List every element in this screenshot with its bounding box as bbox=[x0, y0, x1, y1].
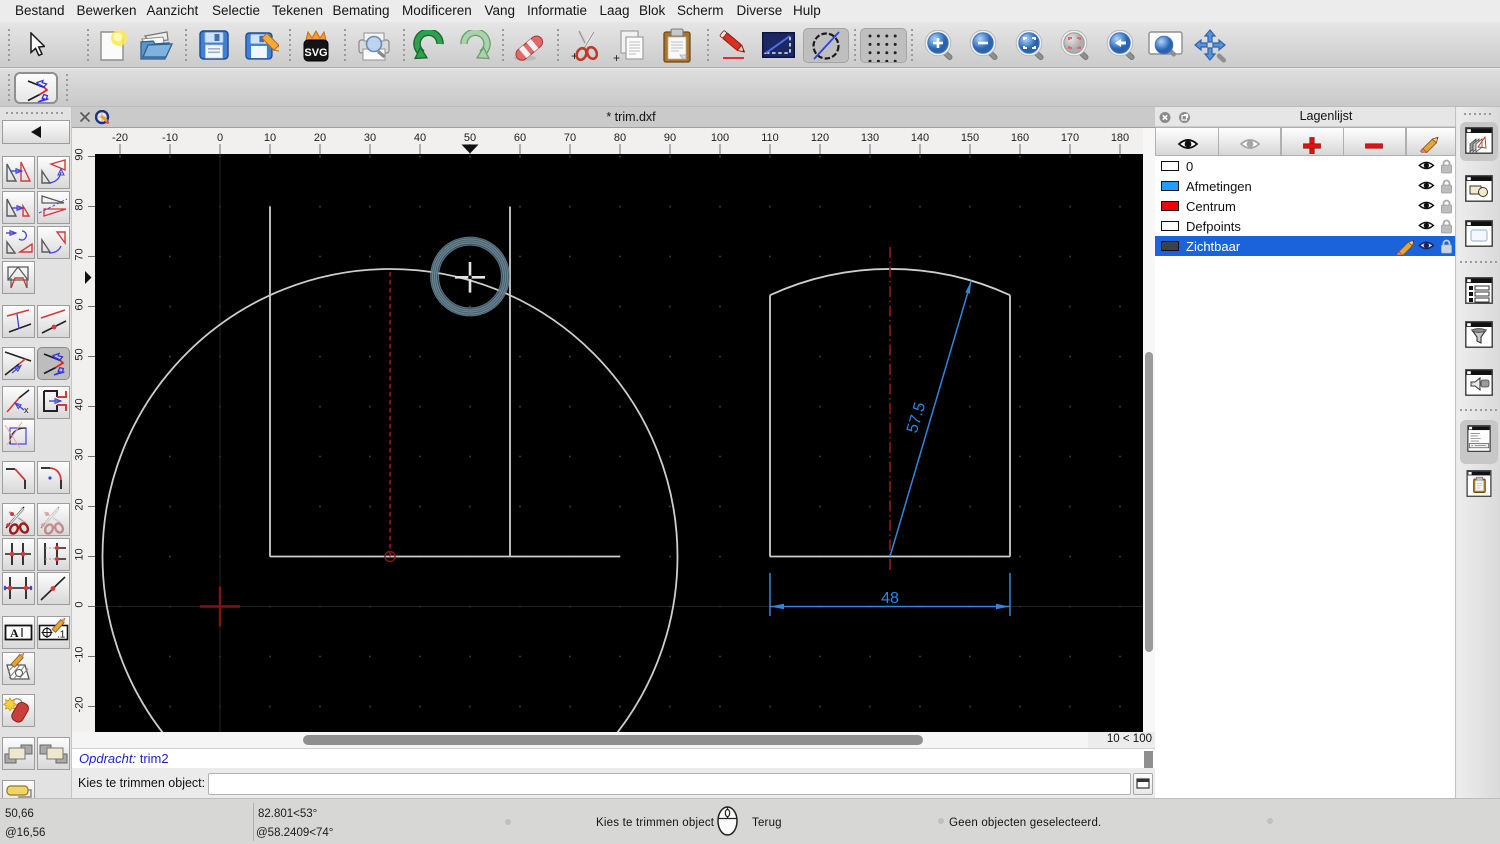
svg-text:170: 170 bbox=[1061, 132, 1079, 144]
svg-text:60: 60 bbox=[514, 132, 526, 144]
svg-text:90: 90 bbox=[664, 132, 676, 144]
svg-text:100: 100 bbox=[711, 132, 729, 144]
svg-text:-20: -20 bbox=[74, 697, 86, 713]
svg-text:180: 180 bbox=[1111, 132, 1129, 144]
svg-text:60: 60 bbox=[74, 298, 86, 310]
svg-text:20: 20 bbox=[314, 132, 326, 144]
svg-text:50: 50 bbox=[464, 132, 476, 144]
svg-text:0: 0 bbox=[217, 132, 223, 144]
svg-text:x: x bbox=[24, 405, 29, 415]
svg-text:40: 40 bbox=[414, 132, 426, 144]
svg-text:20: 20 bbox=[74, 498, 86, 510]
svg-text:40: 40 bbox=[74, 398, 86, 410]
svg-text:140: 140 bbox=[911, 132, 929, 144]
svg-text:90: 90 bbox=[74, 148, 86, 160]
svg-text:.1: .1 bbox=[57, 630, 66, 641]
svg-text:-10: -10 bbox=[162, 132, 178, 144]
svg-text:10: 10 bbox=[264, 132, 276, 144]
svg-text:120: 120 bbox=[811, 132, 829, 144]
svg-text:+: + bbox=[613, 51, 620, 64]
svg-text:70: 70 bbox=[74, 248, 86, 260]
svg-text:110: 110 bbox=[761, 132, 779, 144]
svg-text:10: 10 bbox=[74, 548, 86, 560]
svg-text:70: 70 bbox=[564, 132, 576, 144]
svg-text:80: 80 bbox=[74, 198, 86, 210]
svg-text:-20: -20 bbox=[112, 132, 128, 144]
svg-text:150: 150 bbox=[961, 132, 979, 144]
svg-text:160: 160 bbox=[1011, 132, 1029, 144]
svg-text:80: 80 bbox=[614, 132, 626, 144]
svg-text:30: 30 bbox=[364, 132, 376, 144]
svg-text:-10: -10 bbox=[74, 647, 86, 663]
svg-text:0: 0 bbox=[74, 601, 86, 607]
svg-text:SVG: SVG bbox=[304, 47, 327, 59]
svg-text:50: 50 bbox=[74, 348, 86, 360]
svg-text:30: 30 bbox=[74, 448, 86, 460]
svg-text:130: 130 bbox=[861, 132, 879, 144]
svg-text:48: 48 bbox=[881, 590, 899, 607]
svg-text:A: A bbox=[10, 626, 19, 640]
